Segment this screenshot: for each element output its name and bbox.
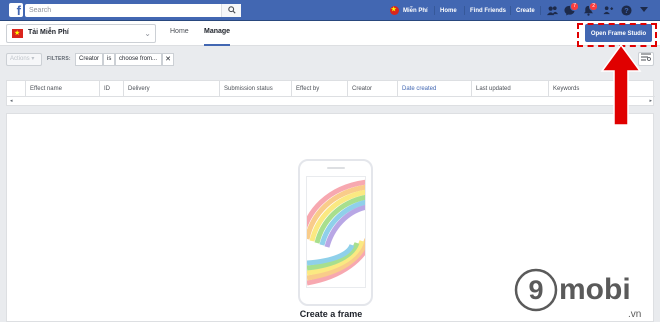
actions-dropdown[interactable]: Actions ▾ [6,53,42,66]
watermark-digit: 9 [528,275,543,305]
tab-manage[interactable]: Manage [204,21,231,46]
column-header-submission-status[interactable]: Submission status [219,81,291,97]
column-header-delivery[interactable]: Delivery [123,81,219,97]
account-switch-icon[interactable] [603,5,614,16]
phone-speaker [327,167,345,169]
friend-requests-icon[interactable] [547,5,558,16]
watermark-suffix: .vn [628,309,641,320]
page-name: Tải Miễn Phí [28,29,69,36]
select-all-checkbox[interactable] [7,81,25,97]
top-navigation-bar: f Search Miễn Phí Home Find Friends Crea… [0,0,660,21]
page-header: Tải Miễn Phí ⌄ Home Manage Open Frame St… [0,21,660,46]
help-icon[interactable]: ? [621,5,632,16]
column-header-creator[interactable]: Creator [347,81,397,97]
page-selector-dropdown[interactable]: Tải Miễn Phí ⌄ [6,24,156,43]
column-header-last-updated[interactable]: Last updated [471,81,548,97]
search-button[interactable] [221,4,241,17]
messages-icon[interactable]: 7 [564,2,579,16]
nav-divider [434,6,435,15]
filter-bar: Actions ▾ FILTERS: Creator is choose fro… [0,47,660,71]
notifications-icon[interactable]: 2 [583,2,598,16]
profile-avatar [390,6,399,15]
column-header-date-created[interactable]: Date created [397,81,471,97]
nav-create-label: Create [516,7,535,14]
filters-label: FILTERS: [47,56,71,62]
filter-value-select[interactable]: choose from... [115,53,162,66]
column-header-id[interactable]: ID [99,81,123,97]
tab-home[interactable]: Home [170,21,189,46]
nav-find-friends-link[interactable]: Find Friends [470,0,506,21]
clear-filter-close-icon[interactable]: ✕ [162,53,174,66]
actions-label: Actions [10,56,30,62]
column-header-effect-name[interactable]: Effect name [25,81,99,97]
column-header-effect-by[interactable]: Effect by [291,81,347,97]
notifications-badge: 2 [589,2,598,11]
9mobi-watermark-logo: 9 mobi .vn [514,268,641,320]
profile-name: Miễn Phí [403,7,428,14]
svg-text:?: ? [624,6,629,15]
rainbow-frame-illustration [307,179,365,286]
table-header-row: Effect name ID Delivery Submission statu… [7,81,655,97]
nav-divider [510,6,511,15]
facebook-logo-icon[interactable]: f [9,3,23,17]
scroll-right-icon[interactable]: ▸ [649,98,652,104]
nav-home-label: Home [440,7,457,14]
chevron-down-icon: ⌄ [144,29,151,38]
filter-operator-pill[interactable]: is [103,53,116,66]
watermark-brand: mobi [559,273,631,306]
account-menu-chevron-down-icon[interactable] [640,7,651,18]
nav-create-link[interactable]: Create [516,0,535,21]
nav-find-friends-label: Find Friends [470,7,506,14]
page-flag-icon [12,28,23,39]
nav-divider [464,6,465,15]
horizontal-scrollbar[interactable]: ◂ ▸ [7,98,655,106]
profile-link[interactable]: Miễn Phí [390,0,428,21]
nav-home-link[interactable]: Home [440,0,457,21]
messages-badge: 7 [570,2,579,11]
red-arrow-annotation [600,43,642,126]
nav-divider [540,6,541,15]
scroll-left-icon[interactable]: ◂ [10,98,13,104]
phone-illustration [298,159,373,306]
phone-screen [306,176,366,288]
search-input[interactable]: Search [25,4,241,17]
search-icon [228,6,236,14]
filter-field-pill[interactable]: Creator [75,53,104,66]
effects-table: Effect name ID Delivery Submission statu… [6,80,655,106]
